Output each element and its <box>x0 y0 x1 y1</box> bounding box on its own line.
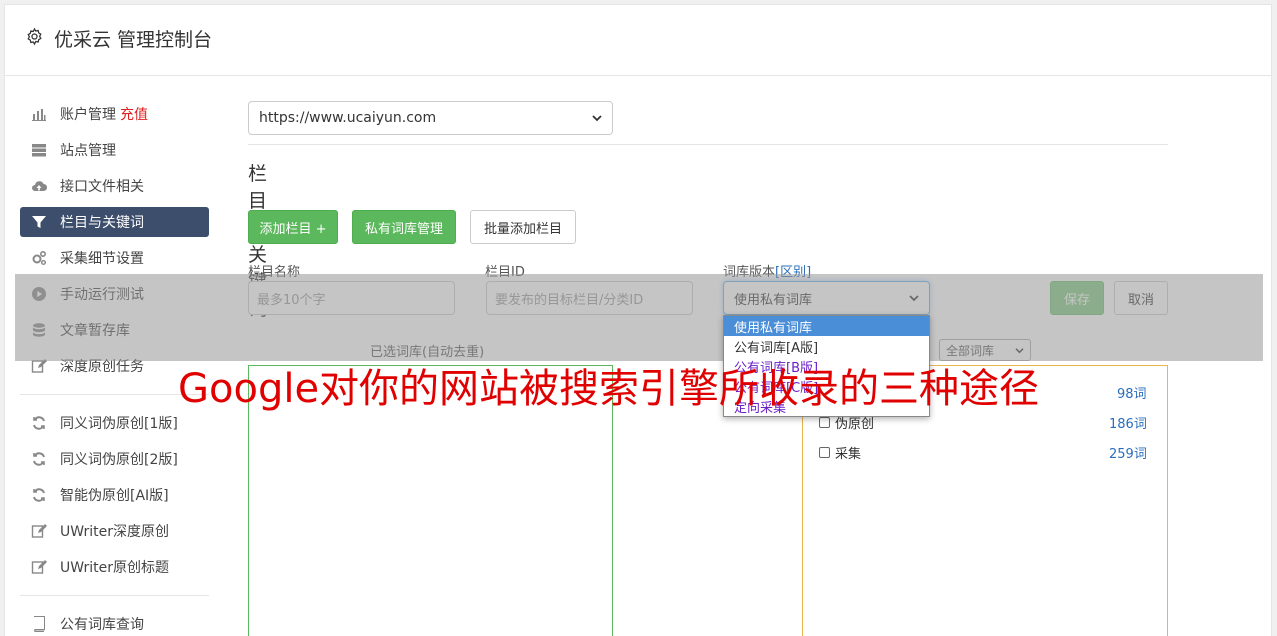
sidebar-item-label: 手动运行测试 <box>60 287 144 303</box>
sidebar-item-collect-settings[interactable]: 采集细节设置 <box>20 243 209 273</box>
sidebar-item-article-store[interactable]: 文章暂存库 <box>20 315 209 345</box>
sidebar-item-synonym-v2[interactable]: 同义词伪原创[2版] <box>20 444 209 474</box>
cancel-button[interactable]: 取消 <box>1114 281 1168 315</box>
server-icon <box>30 142 48 158</box>
version-select[interactable]: 使用私有词库 <box>723 281 930 315</box>
dropdown-option[interactable]: 公有词库[A版] <box>724 336 929 356</box>
private-lib-button[interactable]: 私有词库管理 <box>352 210 456 244</box>
sidebar-item-label: 接口文件相关 <box>60 179 144 195</box>
sidebar-item-public-lib[interactable]: 公有词库查询 <box>20 609 209 636</box>
checkbox[interactable] <box>819 417 830 428</box>
play-circle-icon <box>30 286 48 302</box>
app-title: 优采云 管理控制台 <box>54 29 213 51</box>
sidebar-item-label: 同义词伪原创[2版] <box>60 452 178 468</box>
sidebar-item-ai-rewrite[interactable]: 智能伪原创[AI版] <box>20 480 209 510</box>
book-icon <box>30 616 48 632</box>
version-label-text: 词库版本 <box>723 265 776 280</box>
gear-icon <box>25 27 44 51</box>
sidebar-item-label: 智能伪原创[AI版] <box>60 488 169 504</box>
brand[interactable]: 优采云 管理控制台 <box>25 25 212 52</box>
chevron-down-icon <box>592 110 602 126</box>
version-label: 词库版本[区别] <box>723 261 811 280</box>
refresh-icon <box>30 451 48 467</box>
sidebar-item-label: 采集细节设置 <box>60 251 144 267</box>
save-button[interactable]: 保存 <box>1050 281 1104 315</box>
sidebar-item-columns[interactable]: 栏目与关键词 <box>20 207 209 237</box>
column-name-input[interactable]: 最多10个字 <box>248 281 455 315</box>
edit-icon <box>30 358 48 374</box>
sidebar-item-label: 文章暂存库 <box>60 323 130 339</box>
overlay-caption: Google对你的网站被搜索引擎所收录的三种途径 <box>178 366 1040 412</box>
bar-chart-icon <box>30 106 48 122</box>
refresh-icon <box>30 487 48 503</box>
lib-count: 98词 <box>1117 387 1147 402</box>
sidebar-item-label: 同义词伪原创[1版] <box>60 416 178 432</box>
sidebar-item-manual-run[interactable]: 手动运行测试 <box>20 279 209 309</box>
site-select-value: https://www.ucaiyun.com <box>259 110 437 126</box>
cogs-icon <box>30 250 48 266</box>
add-column-button[interactable]: 添加栏目 + <box>248 210 338 244</box>
sidebar-item-label: 站点管理 <box>60 143 116 159</box>
sidebar-item-label: 公有词库查询 <box>60 617 144 633</box>
refresh-icon <box>30 415 48 431</box>
library-item[interactable]: 采集 <box>819 443 861 462</box>
recharge-link[interactable]: 充值 <box>120 104 148 124</box>
difference-link[interactable]: [区别] <box>775 265 811 280</box>
sidebar-item-label: UWriter原创标题 <box>60 560 169 576</box>
sidebar-divider <box>20 595 209 596</box>
sidebar-item-uwriter-deep[interactable]: UWriter深度原创 <box>20 516 209 546</box>
lib-count: 259词 <box>1109 447 1147 462</box>
library-name: 采集 <box>835 447 862 462</box>
chevron-down-icon <box>909 291 919 306</box>
sidebar-item-account[interactable]: 账户管理 充值 <box>20 99 209 129</box>
edit-icon <box>30 523 48 539</box>
sidebar-item-uwriter-title[interactable]: UWriter原创标题 <box>20 552 209 582</box>
chevron-down-icon <box>1015 343 1024 357</box>
column-name-label: 栏目名称 <box>248 265 301 280</box>
divider <box>248 144 1168 145</box>
sidebar-item-label: 账户管理 <box>60 107 116 123</box>
sidebar-item-label: 栏目与关键词 <box>60 215 144 231</box>
dropdown-option[interactable]: 使用私有词库 <box>724 316 929 336</box>
edit-icon <box>30 559 48 575</box>
checkbox[interactable] <box>819 447 830 458</box>
sidebar-item-interface[interactable]: 接口文件相关 <box>20 171 209 201</box>
batch-add-button[interactable]: 批量添加栏目 <box>470 210 576 244</box>
column-id-input[interactable]: 要发布的目标栏目/分类ID <box>486 281 693 315</box>
lib-count: 186词 <box>1109 417 1147 432</box>
sidebar-item-label: UWriter深度原创 <box>60 524 169 540</box>
version-select-value: 使用私有词库 <box>734 292 813 308</box>
column-id-label: 栏目ID <box>485 265 525 280</box>
sidebar-item-label: 深度原创任务 <box>60 359 144 375</box>
app-header: 优采云 管理控制台 <box>5 5 1271 76</box>
filter-icon <box>30 214 48 230</box>
cloud-upload-icon <box>30 178 48 194</box>
sidebar-item-sites[interactable]: 站点管理 <box>20 135 209 165</box>
database-icon <box>30 322 48 338</box>
site-select[interactable]: https://www.ucaiyun.com <box>248 101 613 135</box>
